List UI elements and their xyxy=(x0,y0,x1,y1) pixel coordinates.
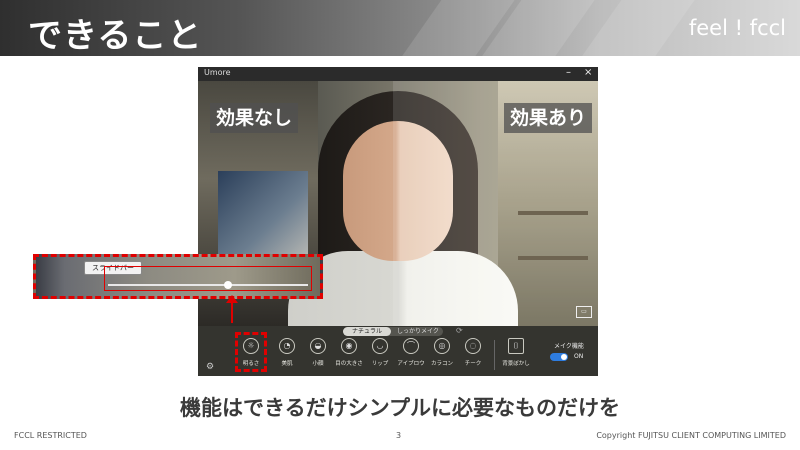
small-face-icon: ◒ xyxy=(310,338,326,354)
brightness-highlight xyxy=(235,332,267,372)
tool-eyebrow[interactable]: ⌒ アイブロウ xyxy=(397,338,425,374)
close-button[interactable]: × xyxy=(584,67,592,78)
footer-classification: FCCL RESTRICTED xyxy=(14,431,87,440)
tool-lip[interactable]: ◡ リップ xyxy=(366,338,394,374)
slider-callout: スライドバー xyxy=(33,254,323,299)
page-number: 3 xyxy=(396,431,402,440)
slider-highlight xyxy=(104,266,312,291)
color-contact-icon: ◎ xyxy=(434,338,450,354)
mode-full-makeup[interactable]: しっかりメイク xyxy=(393,327,443,336)
tool-label: リップ xyxy=(371,361,389,367)
gear-icon[interactable]: ⚙ xyxy=(206,362,214,372)
mode-switch[interactable]: ナチュラル しっかりメイク xyxy=(343,327,443,336)
reset-icon[interactable]: ⟳ xyxy=(456,326,463,335)
tool-label: アイブロウ xyxy=(397,361,425,367)
tool-background-blur[interactable]: ⌷ 背景ぼかし xyxy=(502,338,530,374)
makeup-toggle[interactable] xyxy=(550,353,568,361)
tool-label: チーク xyxy=(464,361,482,367)
tool-cheek[interactable]: ◌ チーク xyxy=(459,338,487,374)
callout-arrow-head xyxy=(226,295,238,303)
slide-title: できること xyxy=(28,16,203,56)
app-name: Umore xyxy=(204,68,231,77)
toggle-knob xyxy=(561,354,567,360)
picture-in-picture-icon[interactable]: ▭ xyxy=(576,306,592,318)
title-bar: Umore – × xyxy=(198,67,598,81)
minimize-button[interactable]: – xyxy=(566,67,571,78)
makeup-feature-label: メイク機能 xyxy=(554,343,584,350)
app-window: Umore – × 効果なし 効果あり ▭ ナチュラル しっかりメイク ⟳ ☼ … xyxy=(198,67,598,376)
eye-size-icon: ◉ xyxy=(341,338,357,354)
skin-icon: ◔ xyxy=(279,338,295,354)
background-blur-icon: ⌷ xyxy=(508,338,524,354)
controls-panel: ナチュラル しっかりメイク ⟳ ☼ 明るさ ◔ 美肌 ◒ 小顔 ◉ 目の大きさ … xyxy=(198,326,598,376)
label-no-effect: 効果なし xyxy=(210,103,299,133)
makeup-toggle-state: ON xyxy=(574,353,584,360)
tool-label: 背景ぼかし xyxy=(502,361,530,367)
tool-eye-size[interactable]: ◉ 目の大きさ xyxy=(335,338,363,374)
slide-caption: 機能はできるだけシンプルに必要なものだけを xyxy=(180,396,620,420)
tool-label: カラコン xyxy=(430,361,453,367)
tool-color-contact[interactable]: ◎ カラコン xyxy=(428,338,456,374)
slider-thumb[interactable] xyxy=(224,281,232,289)
tool-label: 小顔 xyxy=(312,361,324,367)
footer-copyright: Copyright FUJITSU CLIENT COMPUTING LIMIT… xyxy=(596,431,786,440)
slide-header: できること feel ! fccl xyxy=(0,0,800,56)
divider xyxy=(494,340,495,370)
slider-track[interactable] xyxy=(108,281,308,289)
tool-label: 目の大きさ xyxy=(335,361,363,367)
lip-icon: ◡ xyxy=(372,338,388,354)
tool-small-face[interactable]: ◒ 小顔 xyxy=(304,338,332,374)
eyebrow-icon: ⌒ xyxy=(403,338,419,354)
tool-skin[interactable]: ◔ 美肌 xyxy=(273,338,301,374)
mode-natural[interactable]: ナチュラル xyxy=(343,327,391,336)
tool-label: 美肌 xyxy=(281,361,293,367)
label-effect: 効果あり xyxy=(503,103,592,133)
brand-logo: feel ! fccl xyxy=(688,16,786,40)
cheek-icon: ◌ xyxy=(465,338,481,354)
